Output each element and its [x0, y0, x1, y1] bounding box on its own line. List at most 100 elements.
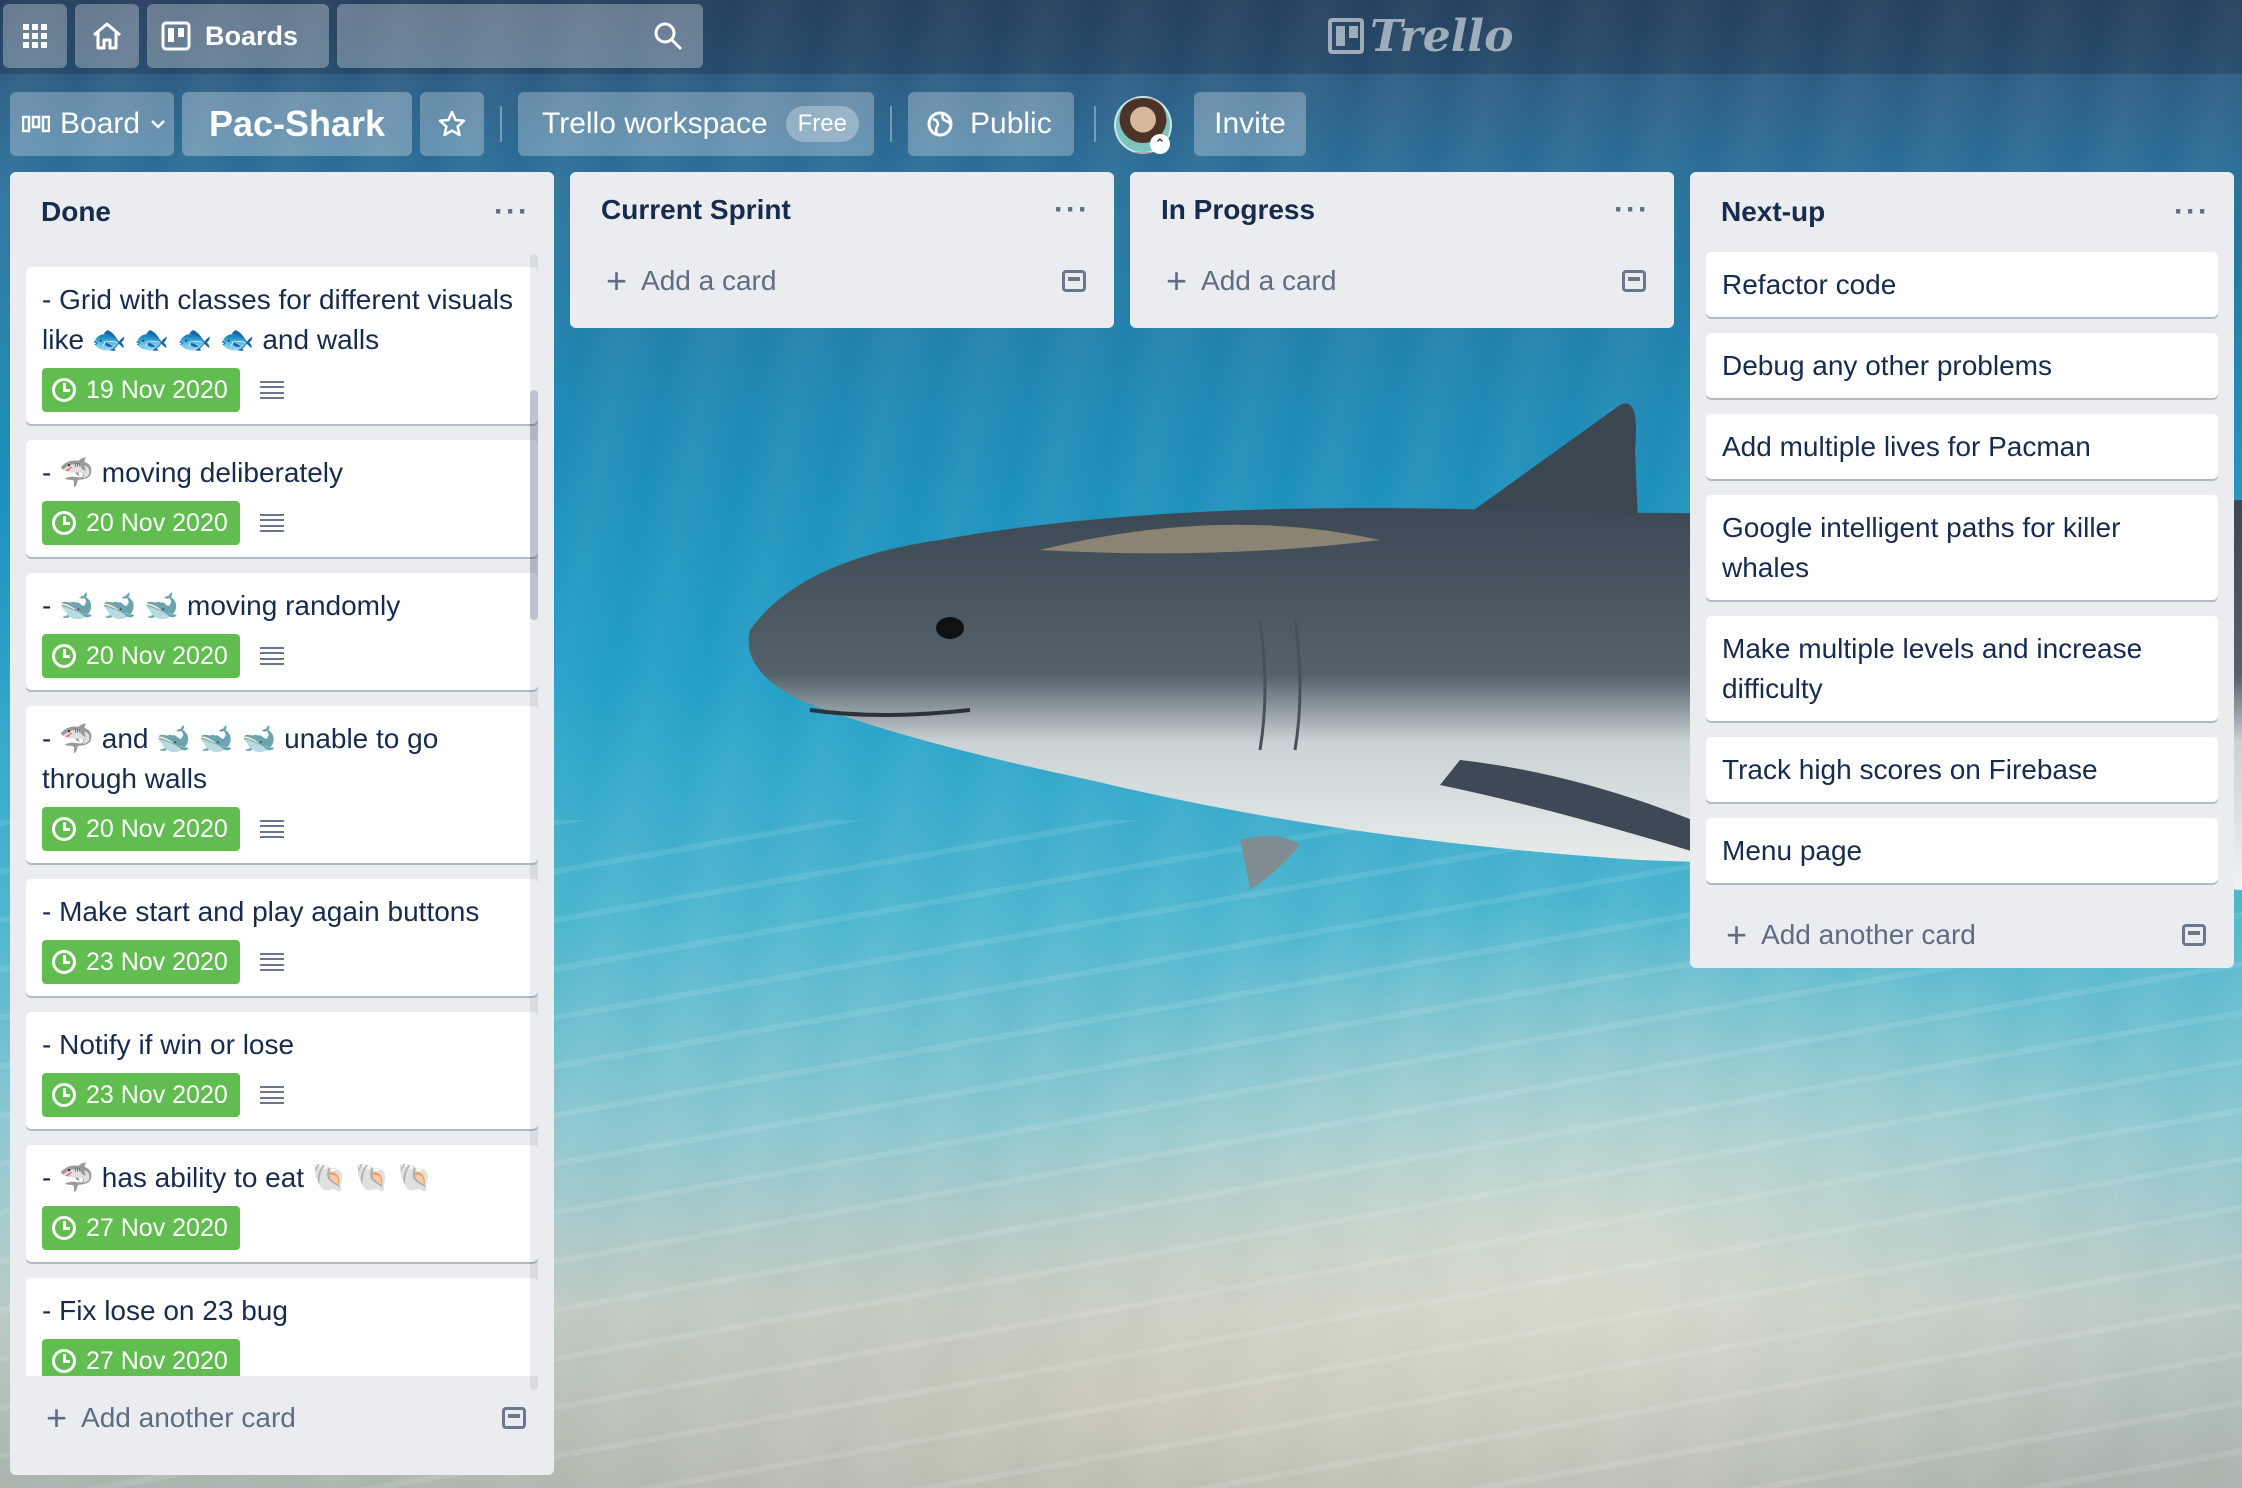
- due-date-badge[interactable]: 20 Nov 2020: [42, 634, 240, 678]
- list-cards-scroll[interactable]: - Grid with classes for different visual…: [10, 252, 554, 1376]
- card[interactable]: - Grid with classes for different visual…: [26, 267, 538, 424]
- card[interactable]: Menu page: [1706, 818, 2218, 883]
- due-date-badge[interactable]: 19 Nov 2020: [42, 368, 240, 412]
- card[interactable]: Track high scores on Firebase: [1706, 737, 2218, 802]
- invite-button[interactable]: Invite: [1194, 92, 1306, 156]
- add-card-button[interactable]: + Add a card: [606, 263, 776, 299]
- list-title[interactable]: In Progress: [1161, 194, 1315, 226]
- header-divider: [890, 106, 892, 142]
- card-badges: 19 Nov 2020: [42, 368, 524, 412]
- card-title: - 🦈 and 🐋 🐋 🐋 unable to go through walls: [42, 723, 439, 794]
- card[interactable]: - 🐋 🐋 🐋 moving randomly 20 Nov 2020: [26, 573, 538, 690]
- card[interactable]: - 🦈 and 🐋 🐋 🐋 unable to go through walls…: [26, 706, 538, 863]
- add-card-label: Add a card: [641, 265, 777, 296]
- card[interactable]: - Notify if win or lose 23 Nov 2020: [26, 1012, 538, 1129]
- due-date-text: 20 Nov 2020: [86, 509, 228, 537]
- trello-logo-text: Trello: [1370, 10, 1514, 62]
- list-menu-icon[interactable]: ···: [2174, 195, 2210, 229]
- due-date-text: 23 Nov 2020: [86, 948, 228, 976]
- clock-icon: [52, 950, 76, 974]
- board-view-label: Board: [60, 107, 141, 140]
- chevron-down-icon: [151, 120, 165, 129]
- card[interactable]: - Fix lose on 23 bug 27 Nov 2020: [26, 1278, 538, 1376]
- list-title[interactable]: Current Sprint: [601, 194, 791, 226]
- clock-icon: [52, 1216, 76, 1240]
- star-board-button[interactable]: [420, 92, 484, 156]
- due-date-text: 23 Nov 2020: [86, 1081, 228, 1109]
- description-icon: [259, 953, 284, 971]
- due-date-badge[interactable]: 27 Nov 2020: [42, 1206, 240, 1250]
- plus-icon: +: [1726, 914, 1748, 955]
- list-menu-icon[interactable]: ···: [1614, 193, 1650, 227]
- card-title: - 🦈 has ability to eat 🐚 🐚 🐚: [42, 1162, 433, 1193]
- search-input[interactable]: [337, 4, 703, 68]
- card-template-icon[interactable]: [1622, 270, 1646, 292]
- card[interactable]: Debug any other problems: [1706, 333, 2218, 398]
- card[interactable]: Refactor code: [1706, 252, 2218, 317]
- add-card-label: Add a card: [1201, 265, 1337, 296]
- visibility-button[interactable]: Public: [908, 92, 1074, 156]
- add-card-button[interactable]: + Add a card: [1166, 263, 1336, 299]
- trello-logo[interactable]: Trello: [1328, 10, 1514, 62]
- add-card-button[interactable]: + Add another card: [46, 1400, 296, 1436]
- card-template-icon[interactable]: [1062, 270, 1086, 292]
- card[interactable]: Add multiple lives for Pacman: [1706, 414, 2218, 479]
- list-menu-icon[interactable]: ···: [494, 195, 530, 229]
- list-title[interactable]: Done: [41, 196, 111, 228]
- boards-button[interactable]: Boards: [147, 4, 329, 68]
- card-badges: 20 Nov 2020: [42, 501, 524, 545]
- due-date-badge[interactable]: 23 Nov 2020: [42, 1073, 240, 1117]
- star-icon: [438, 110, 466, 137]
- clock-icon: [52, 817, 76, 841]
- add-card-row: + Add another card: [1690, 899, 2234, 971]
- top-navigation-bar: Boards Trello: [0, 0, 2242, 74]
- card-title: Google intelligent paths for killer whal…: [1722, 512, 2121, 583]
- card-template-icon[interactable]: [502, 1407, 526, 1429]
- due-date-badge[interactable]: 20 Nov 2020: [42, 807, 240, 851]
- list-current-sprint: Current Sprint ··· + Add a card: [570, 172, 1114, 328]
- list-header: In Progress ···: [1130, 172, 1674, 248]
- plus-icon: +: [606, 260, 628, 301]
- add-card-button[interactable]: + Add another card: [1726, 917, 1976, 953]
- boards-label: Boards: [205, 20, 299, 51]
- description-icon: [259, 820, 284, 838]
- due-date-badge[interactable]: 20 Nov 2020: [42, 501, 240, 545]
- card-badges: 23 Nov 2020: [42, 1073, 524, 1117]
- plus-icon: +: [46, 1397, 68, 1438]
- card-title: Menu page: [1722, 835, 1863, 866]
- trello-logo-icon: [1328, 18, 1364, 54]
- card-title: Refactor code: [1722, 269, 1897, 300]
- add-card-row: + Add a card: [1130, 248, 1674, 314]
- due-date-text: 27 Nov 2020: [86, 1214, 228, 1242]
- card[interactable]: - 🦈 moving deliberately 20 Nov 2020: [26, 440, 538, 557]
- list-done: Done ··· - Grid with classes for differe…: [10, 172, 554, 1475]
- card[interactable]: Make multiple levels and increase diffic…: [1706, 616, 2218, 721]
- workspace-button[interactable]: Trello workspace Free: [518, 92, 874, 156]
- card[interactable]: - 🦈 has ability to eat 🐚 🐚 🐚 27 Nov 2020: [26, 1145, 538, 1262]
- home-icon: [93, 22, 121, 50]
- card-title: Debug any other problems: [1722, 350, 2052, 381]
- board-view-switcher[interactable]: Board: [10, 92, 174, 156]
- card[interactable]: - Make start and play again buttons 23 N…: [26, 879, 538, 996]
- card-template-icon[interactable]: [2182, 924, 2206, 946]
- board-view-icon: [22, 115, 50, 133]
- card-badges: 27 Nov 2020: [42, 1206, 524, 1250]
- list-next-up: Next-up ··· Refactor code Debug any othe…: [1690, 172, 2234, 968]
- card[interactable]: Google intelligent paths for killer whal…: [1706, 495, 2218, 600]
- apps-button[interactable]: [3, 4, 67, 68]
- list-title[interactable]: Next-up: [1721, 196, 1825, 228]
- board-title[interactable]: Pac-Shark: [182, 92, 412, 156]
- due-date-badge[interactable]: 23 Nov 2020: [42, 940, 240, 984]
- due-date-text: 27 Nov 2020: [86, 1347, 228, 1375]
- card-title: Make multiple levels and increase diffic…: [1722, 633, 2143, 704]
- list-scrollbar-thumb[interactable]: [530, 390, 538, 620]
- search-icon: [654, 22, 683, 51]
- card-title: - 🐋 🐋 🐋 moving randomly: [42, 590, 401, 621]
- home-button[interactable]: [75, 4, 139, 68]
- admin-chevron-icon: ⌃: [1150, 134, 1170, 154]
- list-in-progress: In Progress ··· + Add a card: [1130, 172, 1674, 328]
- header-divider: [500, 106, 502, 142]
- due-date-badge[interactable]: 27 Nov 2020: [42, 1339, 240, 1376]
- list-menu-icon[interactable]: ···: [1054, 193, 1090, 227]
- card-title: - Grid with classes for different visual…: [42, 284, 513, 355]
